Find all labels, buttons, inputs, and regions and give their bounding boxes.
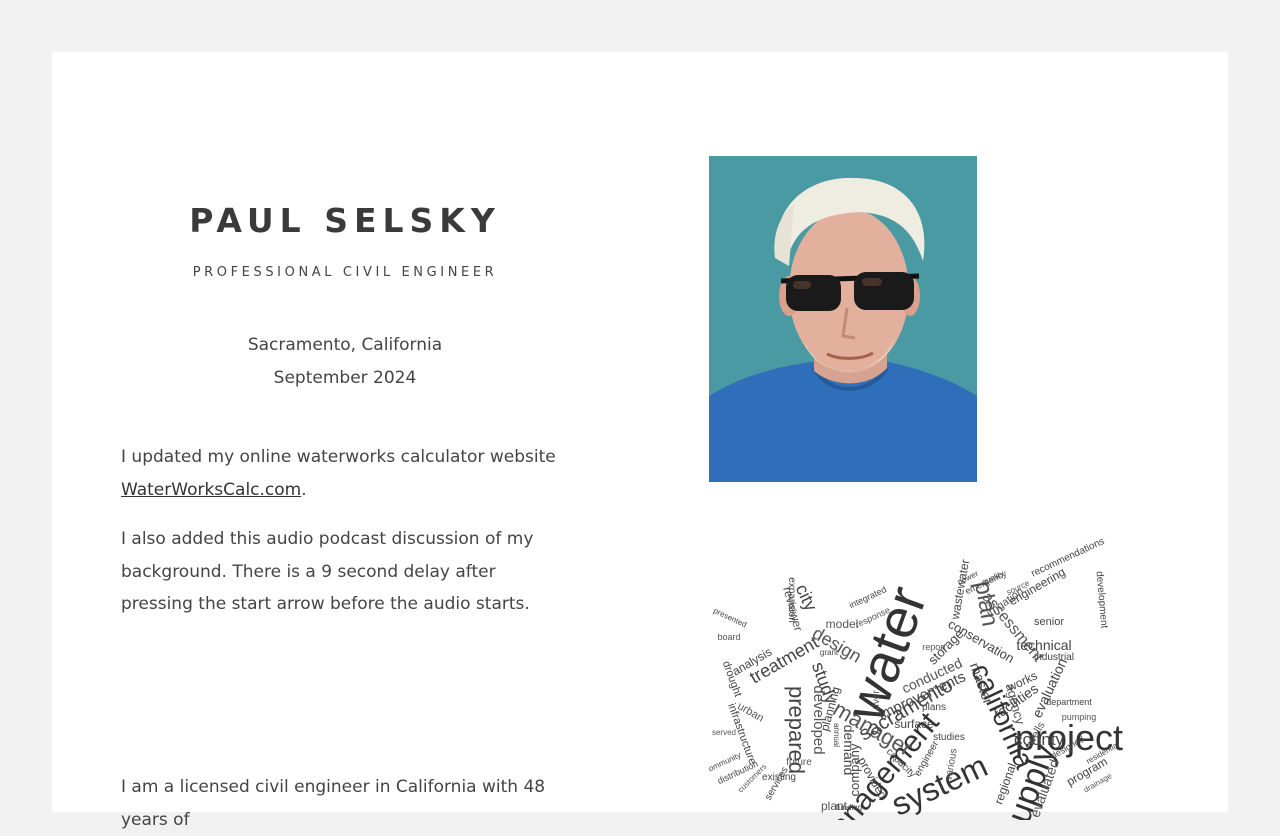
wordcloud-word: board [717,632,740,642]
page-title: PAUL SELSKY [189,201,501,240]
wordcloud-word: pumping [1062,712,1097,722]
wordcloud-word: annual [832,723,841,747]
page-subtitle: PROFESSIONAL CIVIL ENGINEER [192,265,498,280]
update-text: I updated my online waterworks calculato… [121,447,556,467]
wordcloud-word: grant [820,648,839,657]
podcast-paragraph: I also added this audio podcast discussi… [121,529,534,614]
wordcloud-word: future [786,757,812,768]
wordcloud-word: senior [1034,616,1064,628]
page-card: PAUL SELSKY PROFESSIONAL CIVIL ENGINEER … [52,52,1228,830]
wordcloud-word: funding [836,803,862,812]
bio-paragraph: I am a licensed civil engineer in Califo… [121,777,546,830]
wordcloud-word: river [871,690,882,710]
wordcloud-word: surface [894,717,934,731]
wordcloud-word: company [847,743,862,796]
wordcloud-word: studies [933,732,965,743]
wordcloud-word: expansion [786,577,797,623]
wordcloud-word: services [763,765,791,802]
portrait-photo [709,156,977,482]
wordcloud-word: development [1094,571,1110,629]
word-cloud: water project supply system management califo… [709,510,1169,820]
wordcloud-word: report [922,642,946,652]
wordcloud-word: department [1046,697,1092,707]
wordcloud-word: plans [922,702,946,713]
update-paragraph: I updated my online waterworks calculato… [121,441,561,506]
waterworkscalc-link[interactable]: WaterWorksCalc.com [121,480,301,500]
update-period: . [301,479,307,500]
wordcloud-word: model [826,617,859,631]
location-text: Sacramento, California [247,335,443,355]
date-text: September 2024 [273,368,417,388]
wordcloud-word: industrial [1034,652,1074,663]
wordcloud-word: served [712,728,736,737]
wordcloud-word: presented [712,606,748,629]
